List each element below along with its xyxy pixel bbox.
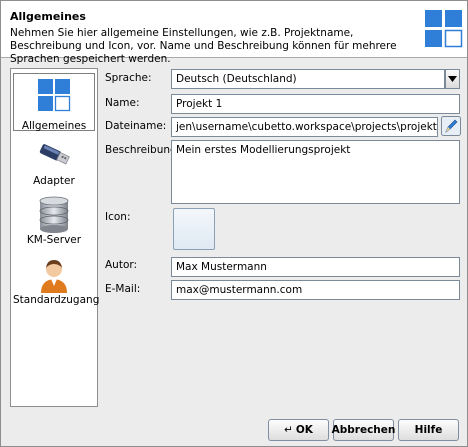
language-dropdown-button[interactable]	[445, 69, 460, 89]
email-input[interactable]: max@mustermann.com	[171, 280, 460, 300]
ok-button[interactable]: ↵ OK	[268, 419, 329, 441]
name-label: Name:	[105, 97, 140, 109]
browse-file-button[interactable]	[441, 116, 461, 136]
email-label: E-Mail:	[105, 283, 141, 295]
chevron-down-icon	[448, 76, 457, 82]
icon-label: Icon:	[105, 211, 131, 223]
database-icon	[39, 196, 69, 233]
page-title: Allgemeines	[10, 10, 86, 23]
sidebar-item-allgemeines[interactable]: Allgemeines	[13, 73, 95, 132]
page-description: Nehmen Sie hier allgemeine Einstellungen…	[10, 27, 397, 65]
description-textarea[interactable]: Mein erstes Modellierungsprojekt	[171, 140, 460, 204]
sidebar-item-label: Adapter	[33, 175, 75, 187]
sidebar-item-label: KM-Server	[26, 234, 82, 246]
description-label: Beschreibung:	[105, 144, 181, 156]
sidebar-item-km-server[interactable]: KM-Server	[13, 196, 95, 250]
language-select[interactable]: Deutsch (Deutschland)	[171, 69, 445, 89]
language-label: Sprache:	[105, 72, 152, 84]
settings-dialog: Allgemeines Nehmen Sie hier allgemeine E…	[0, 0, 468, 447]
help-button[interactable]: Hilfe	[398, 419, 459, 441]
author-label: Autor:	[105, 259, 138, 271]
author-input[interactable]: Max Mustermann	[171, 257, 460, 277]
enter-icon: ↵	[284, 424, 293, 436]
sidebar-item-adapter[interactable]: Adapter	[13, 141, 95, 191]
cancel-button[interactable]: Abbrechen	[331, 419, 396, 441]
file-label: Dateiname:	[105, 120, 167, 132]
user-icon	[41, 260, 67, 293]
project-icon-picker[interactable]	[173, 208, 215, 250]
category-sidebar: Allgemeines Adapter KM-Server Standardzu…	[10, 68, 100, 407]
sidebar-item-label: Standardzugang	[13, 294, 100, 306]
ok-label: OK	[295, 424, 313, 436]
windows-grid-icon	[425, 10, 463, 48]
sidebar-item-standardzugang[interactable]: Standardzugang	[13, 256, 100, 312]
usb-adapter-icon	[39, 144, 70, 165]
help-label: Hilfe	[414, 424, 443, 436]
dialog-header: Allgemeines Nehmen Sie hier allgemeine E…	[1, 1, 467, 65]
sidebar-item-label: Allgemeines	[21, 120, 87, 132]
file-path-input[interactable]: jen\username\cubetto.workspace\projects\…	[171, 117, 438, 137]
windows-grid-icon	[38, 79, 71, 112]
cancel-label: Abbrechen	[331, 424, 396, 436]
name-input[interactable]: Projekt 1	[171, 94, 460, 114]
